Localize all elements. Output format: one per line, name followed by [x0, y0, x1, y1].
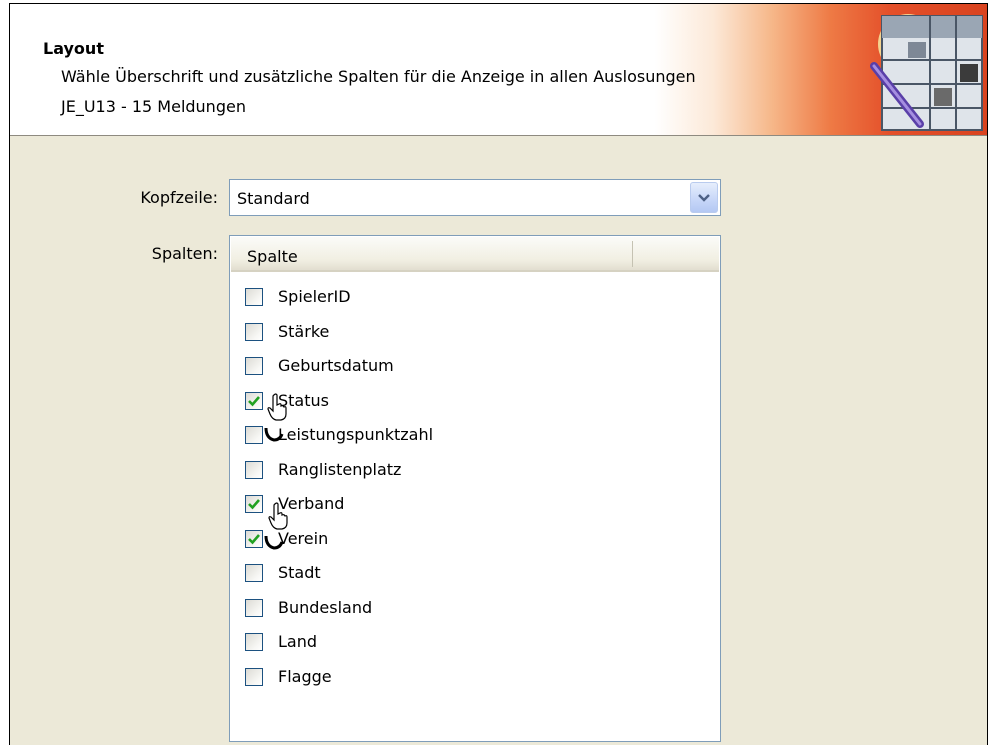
header-description: Wähle Überschrift und zusätzliche Spalte…	[61, 67, 696, 86]
spalten-listbox[interactable]: Spalte SpielerID Stärke Geburtsdatum Status…	[229, 235, 721, 742]
checkmark-icon	[248, 499, 260, 510]
checkbox[interactable]	[245, 357, 263, 375]
checkbox[interactable]	[245, 633, 263, 651]
list-item-label: Bundesland	[278, 597, 373, 617]
checkbox[interactable]	[245, 598, 263, 617]
checkbox-checked[interactable]	[245, 391, 263, 410]
header-subtitle: JE_U13 - 15 Meldungen	[61, 97, 246, 116]
checkbox[interactable]	[245, 460, 263, 479]
list-item-label: SpielerID	[278, 287, 351, 306]
chevron-down-icon	[698, 194, 710, 202]
column-header-label: Spalte	[247, 247, 298, 266]
list-item-label: Geburtsdatum	[278, 356, 394, 375]
layout-dialog: Layout Wähle Überschrift und zusätzliche…	[9, 3, 988, 745]
wizard-header: Layout Wähle Überschrift und zusätzliche…	[10, 4, 987, 136]
column-header[interactable]: Spalte	[231, 237, 719, 272]
checkbox[interactable]	[245, 667, 263, 686]
hand-cursor-icon	[268, 502, 288, 530]
kopfzeile-value: Standard	[237, 189, 310, 208]
list-item-label: Leistungspunktzahl	[278, 425, 434, 444]
table-layout-wizard-icon	[870, 14, 983, 131]
hand-cursor-icon	[267, 393, 287, 421]
hand-cursor-shadow-icon	[264, 427, 284, 442]
spalten-label: Spalten:	[151, 244, 218, 263]
checkbox[interactable]	[245, 426, 263, 444]
checkbox[interactable]	[245, 288, 263, 306]
list-item-label: Flagge	[278, 666, 332, 686]
checkbox-checked[interactable]	[245, 495, 263, 513]
kopfzeile-select[interactable]: Standard	[229, 179, 721, 216]
checkmark-icon	[248, 533, 260, 544]
checkbox[interactable]	[245, 322, 263, 341]
list-item-label: Land	[278, 632, 318, 651]
list-item-label: Ranglistenplatz	[278, 459, 402, 479]
kopfzeile-label: Kopfzeile:	[140, 188, 218, 207]
list-item-label: Verein	[278, 528, 329, 548]
dropdown-button[interactable]	[690, 182, 718, 213]
list-item-label: Stadt	[278, 563, 321, 582]
list-item-label: Stärke	[278, 321, 330, 341]
column-divider[interactable]	[632, 241, 633, 267]
checkbox[interactable]	[245, 564, 263, 582]
header-title: Layout	[43, 39, 104, 58]
checkmark-icon	[248, 395, 260, 406]
checkbox-checked[interactable]	[245, 529, 263, 548]
hand-cursor-shadow-icon	[264, 535, 284, 550]
